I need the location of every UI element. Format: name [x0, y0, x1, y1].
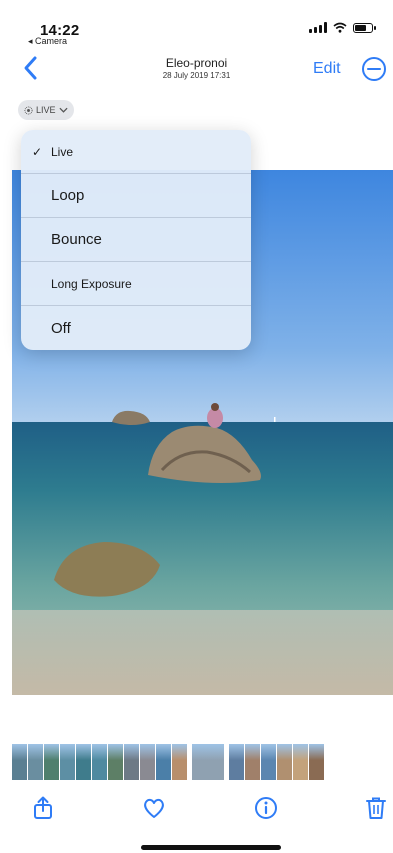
- filmstrip-thumb[interactable]: [60, 744, 75, 780]
- filmstrip-thumb[interactable]: [28, 744, 43, 780]
- live-photo-icon: [24, 105, 33, 115]
- heart-icon[interactable]: [141, 795, 167, 821]
- chevron-down-icon: [58, 107, 68, 113]
- share-icon[interactable]: [30, 795, 56, 821]
- menu-item-live[interactable]: ✓ Live: [21, 130, 251, 174]
- wifi-icon: [333, 22, 347, 33]
- edit-button[interactable]: Edit: [313, 60, 341, 78]
- menu-item-loop[interactable]: Loop: [21, 174, 251, 218]
- trash-icon[interactable]: [363, 795, 389, 821]
- cellular-signal-icon: [309, 22, 327, 33]
- live-photo-toggle[interactable]: LIVE: [18, 100, 74, 120]
- filmstrip-thumb[interactable]: [172, 744, 187, 780]
- filmstrip-thumb[interactable]: [76, 744, 91, 780]
- menu-item-label: Bounce: [51, 231, 102, 248]
- live-effect-menu: ✓ Live Loop Bounce Long Exposure Off: [21, 130, 251, 350]
- menu-item-long-exposure[interactable]: Long Exposure: [21, 262, 251, 306]
- filmstrip-thumb[interactable]: [92, 744, 107, 780]
- filmstrip-thumb[interactable]: [309, 744, 324, 780]
- filmstrip-thumb[interactable]: [108, 744, 123, 780]
- filmstrip-thumb[interactable]: [277, 744, 292, 780]
- filmstrip-thumb[interactable]: [12, 744, 27, 780]
- battery-icon: [353, 22, 376, 33]
- menu-item-label: Off: [51, 319, 71, 337]
- menu-item-label: Live: [51, 144, 74, 159]
- filmstrip-thumb[interactable]: [140, 744, 155, 780]
- status-back-to-camera[interactable]: ◂ Camera: [28, 36, 67, 47]
- status-icons: [309, 22, 376, 33]
- filmstrip-thumb[interactable]: [293, 744, 308, 780]
- menu-item-label: Long Exposure: [51, 276, 132, 291]
- more-ellipsis-icon[interactable]: [361, 56, 387, 82]
- filmstrip-thumb[interactable]: [261, 744, 276, 780]
- menu-item-bounce[interactable]: Bounce: [21, 218, 251, 262]
- filmstrip-thumb[interactable]: [245, 744, 260, 780]
- filmstrip-thumb[interactable]: [229, 744, 244, 780]
- checkmark-icon: ✓: [32, 145, 43, 159]
- info-icon[interactable]: [253, 795, 279, 821]
- live-pill-label: LIVE: [36, 105, 56, 115]
- filmstrip-thumb[interactable]: [124, 744, 139, 780]
- filmstrip-thumb[interactable]: [156, 744, 171, 780]
- filmstrip-thumb-selected[interactable]: [192, 744, 224, 780]
- filmstrip-thumb[interactable]: [44, 744, 59, 780]
- menu-item-off[interactable]: Off: [21, 306, 251, 350]
- photo-filmstrip[interactable]: [12, 744, 324, 780]
- menu-item-label: Loop: [51, 187, 85, 204]
- home-indicator[interactable]: [141, 845, 281, 850]
